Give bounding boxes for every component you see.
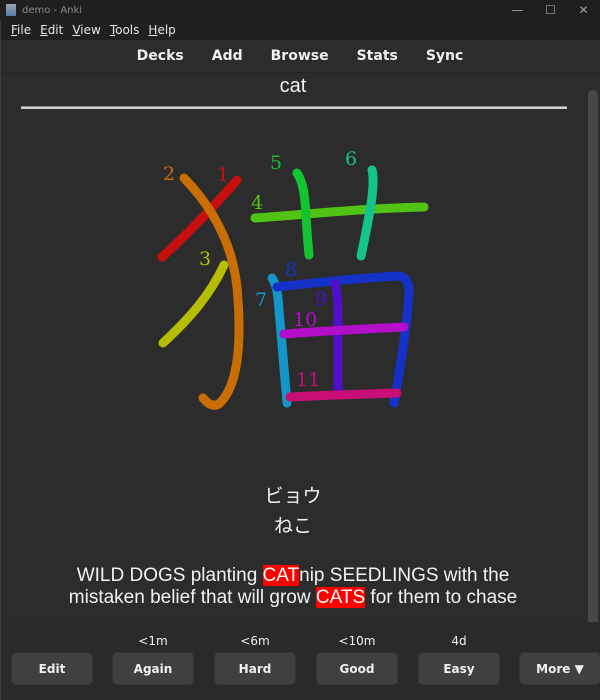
more-button[interactable]: More ▼ <box>519 652 600 685</box>
window-border <box>0 20 1 700</box>
toolbar-decks[interactable]: Decks <box>137 48 184 64</box>
stroke-number-4: 4 <box>251 192 263 214</box>
window-title: demo - Anki <box>22 4 83 16</box>
mnemonic-text-part: for them to chase <box>365 587 518 608</box>
toolbar-browse[interactable]: Browse <box>271 48 329 64</box>
easy-due-label: 4d <box>451 634 467 648</box>
again-due-label: <1m <box>138 634 168 648</box>
toolbar-add[interactable]: Add <box>212 48 243 64</box>
mnemonic-highlight: CAT <box>262 565 300 586</box>
kanji-stroke-11 <box>285 388 402 402</box>
again-button[interactable]: Again <box>112 652 194 685</box>
hard-button[interactable]: Hard <box>214 652 296 685</box>
menu-bar: File Edit View Tools Help <box>0 20 600 40</box>
minimize-button[interactable]: — <box>501 0 534 20</box>
stroke-number-1: 1 <box>217 164 229 186</box>
maximize-button[interactable]: ☐ <box>534 0 567 20</box>
stroke-number-6: 6 <box>345 148 357 170</box>
readings: ビョウ ねこ <box>0 481 586 541</box>
reading-kun: ねこ <box>273 515 312 537</box>
card-view: cat 1 2 3 4 5 6 7 8 9 10 11 ビョウ ねこ WILD … <box>0 73 586 622</box>
mnemonic-text-part: mistaken belief that will grow <box>68 587 316 608</box>
stroke-number-3: 3 <box>199 248 211 270</box>
stroke-number-7: 7 <box>255 289 267 311</box>
kanji-stroke-4 <box>250 202 429 223</box>
toolbar-sync[interactable]: Sync <box>426 48 463 64</box>
stroke-number-5: 5 <box>270 152 282 174</box>
menu-tools[interactable]: Tools <box>110 23 140 37</box>
good-due-label: <10m <box>338 634 376 648</box>
stroke-number-8: 8 <box>285 259 297 281</box>
mnemonic-text: WILD DOGS planting CATnip SEEDLINGS with… <box>0 565 586 609</box>
menu-edit[interactable]: Edit <box>40 23 63 37</box>
stroke-number-2: 2 <box>163 163 175 185</box>
menu-help[interactable]: Help <box>148 23 175 37</box>
mnemonic-highlight: CATS <box>315 587 366 608</box>
stroke-number-11: 11 <box>296 369 320 391</box>
stroke-number-9: 9 <box>315 288 327 310</box>
mnemonic-text-part: WILD DOGS planting <box>76 565 263 586</box>
hard-due-label: <6m <box>240 634 270 648</box>
answer-bar: Edit <1m Again <6m Hard <10m Good 4d Eas… <box>0 622 600 700</box>
main-toolbar: Decks Add Browse Stats Sync <box>0 40 600 73</box>
anki-icon <box>6 4 16 16</box>
good-button[interactable]: Good <box>316 652 398 685</box>
stroke-number-10: 10 <box>293 309 317 331</box>
menu-view[interactable]: View <box>72 23 100 37</box>
easy-button[interactable]: Easy <box>418 652 500 685</box>
close-button[interactable]: ✕ <box>567 0 600 20</box>
toolbar-stats[interactable]: Stats <box>357 48 398 64</box>
menu-file[interactable]: File <box>11 23 31 37</box>
edit-button[interactable]: Edit <box>11 652 93 685</box>
reading-on: ビョウ <box>264 485 322 507</box>
kanji-stroke-3 <box>158 260 229 348</box>
card-scrollbar[interactable] <box>588 90 598 630</box>
kanji-stroke-9 <box>330 279 343 394</box>
kanji-stroke-7 <box>267 273 292 408</box>
title-bar: demo - Anki — ☐ ✕ <box>0 0 600 20</box>
mnemonic-text-part: nip SEEDLINGS with the <box>299 565 510 586</box>
